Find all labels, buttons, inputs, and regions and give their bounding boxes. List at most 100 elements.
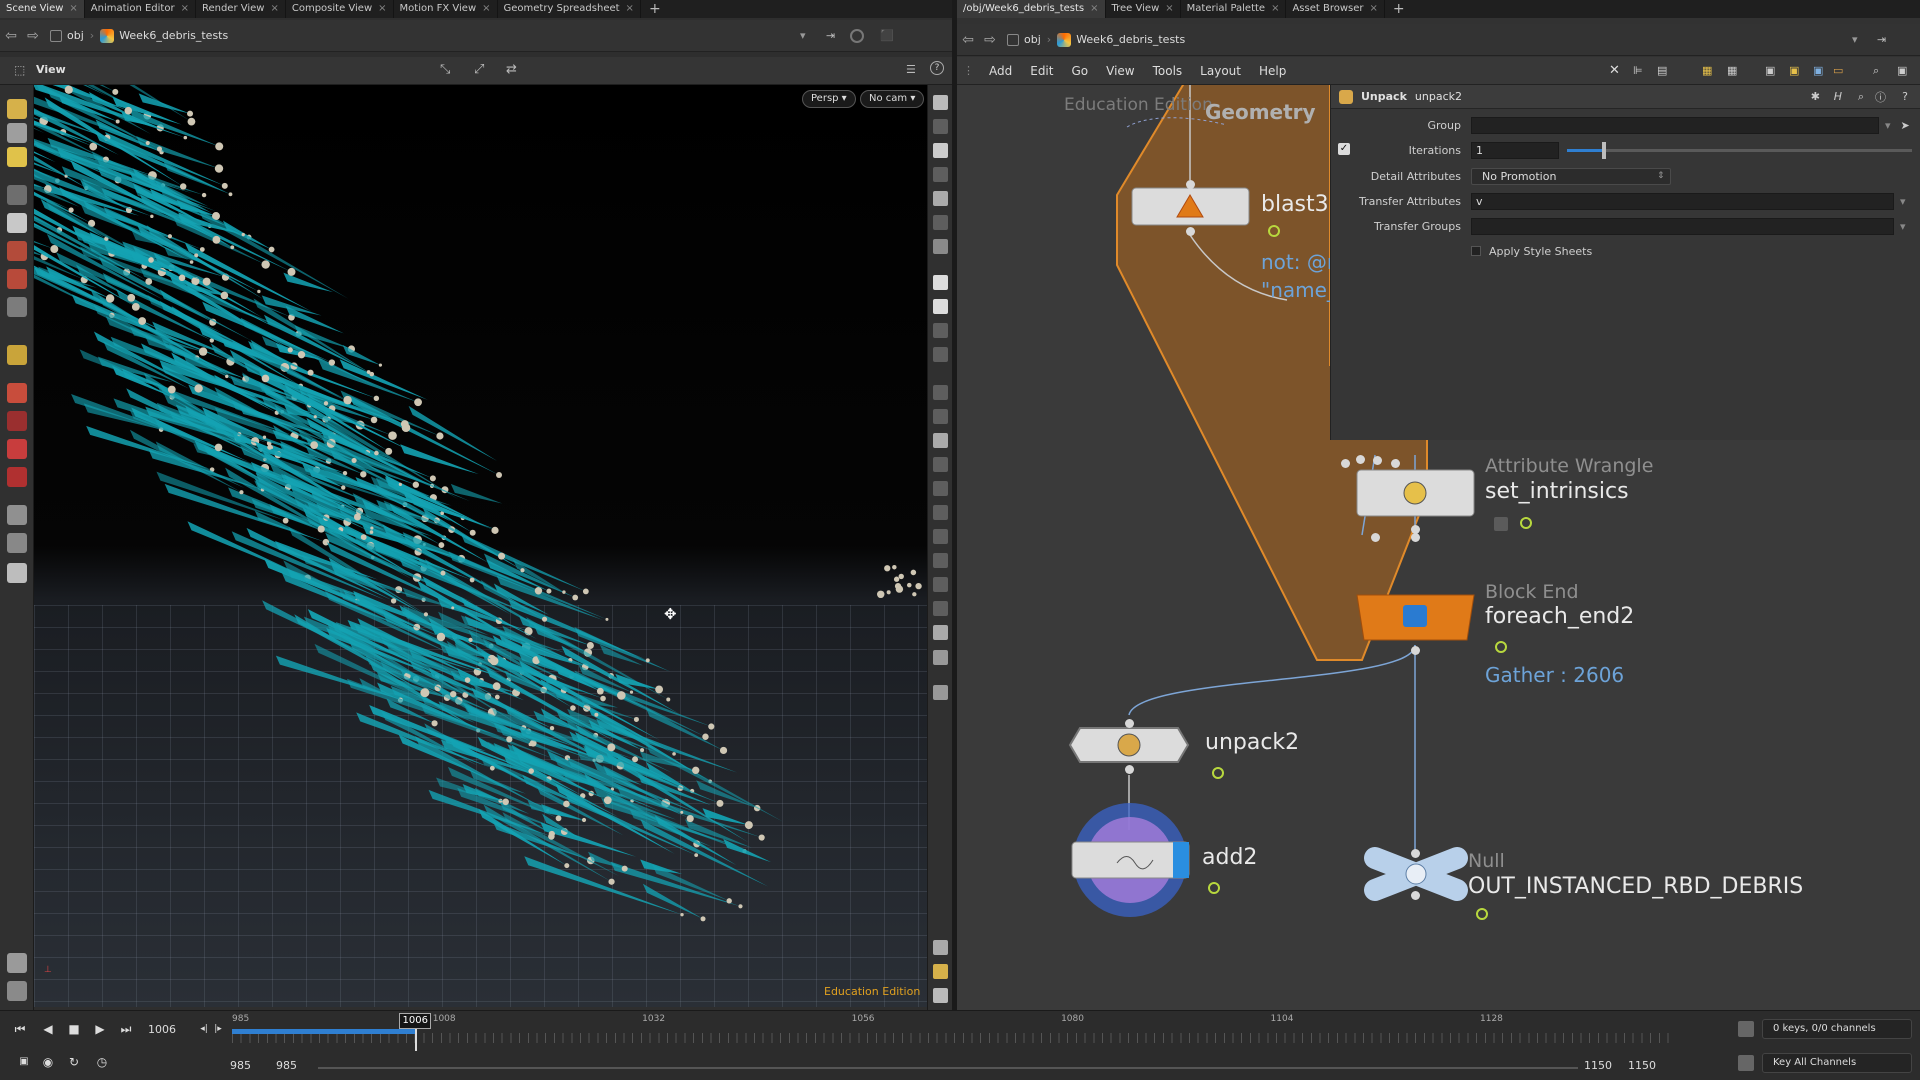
tab-geometry-spreadsheet[interactable]: Geometry Spreadsheet × (498, 0, 641, 18)
range-start-field[interactable]: 985 (230, 1059, 251, 1072)
range-end-field-2[interactable]: 1150 (1628, 1059, 1656, 1072)
grid-icon[interactable]: ▦ (1702, 64, 1712, 77)
audio-icon[interactable]: ◉ (36, 1053, 60, 1071)
cull-icon[interactable] (933, 601, 948, 616)
close-icon[interactable]: × (1090, 3, 1098, 14)
node-port[interactable] (1411, 891, 1420, 900)
snapshot-icon[interactable]: ▣ (1897, 64, 1907, 77)
numbers-icon[interactable] (933, 457, 948, 472)
clock-icon[interactable]: ◷ (90, 1053, 114, 1071)
menu-go[interactable]: Go (1062, 64, 1097, 78)
dropdown-arrow-icon[interactable]: ▾ (1900, 195, 1906, 208)
brush-icon[interactable] (7, 147, 27, 167)
lock-icon[interactable] (7, 213, 27, 233)
headlight-icon[interactable] (933, 239, 948, 254)
3d-viewport[interactable]: Persp ▾ No cam ▾ ✥ Education Edition ⊥ (34, 85, 927, 1007)
timeline-ruler[interactable]: 985 1008 1032 1056 1080 1104 1128 1006 (232, 1011, 1672, 1051)
node-port[interactable] (1186, 180, 1195, 189)
iterations-slider[interactable] (1567, 141, 1912, 159)
node-name-field[interactable]: unpack2 (1415, 90, 1462, 103)
eye-icon[interactable] (933, 988, 948, 1003)
node-port[interactable] (1371, 533, 1380, 542)
add-tab-icon[interactable]: + (641, 0, 669, 18)
handle-tool-icon[interactable]: ⇄ (506, 62, 517, 77)
folder-icon[interactable]: ▭ (1833, 64, 1843, 77)
display-options-icon[interactable]: ☰ (906, 63, 916, 76)
close-icon[interactable]: × (1271, 3, 1279, 14)
bypass-flag-icon[interactable] (1520, 517, 1532, 529)
slider-handle[interactable] (1601, 141, 1606, 159)
info-icon[interactable] (933, 940, 948, 955)
gear-icon[interactable]: ✱ (1811, 90, 1820, 103)
ruler-icon[interactable] (7, 383, 27, 403)
vector-icon[interactable] (933, 481, 948, 496)
wrangle-name-label[interactable]: set_intrinsics (1485, 479, 1629, 504)
visibility-icon[interactable] (7, 953, 27, 973)
camera-menu-button[interactable]: No cam ▾ (860, 90, 925, 108)
null-name-label[interactable]: OUT_INSTANCED_RBD_DEBRIS (1468, 874, 1803, 899)
shading-icon[interactable] (933, 191, 948, 206)
jump-end-icon[interactable]: ⏭ (114, 1020, 138, 1038)
render-icon[interactable] (7, 563, 27, 583)
help-icon[interactable]: ? (1902, 90, 1908, 103)
frame-icon[interactable] (933, 119, 948, 134)
play-icon[interactable]: ▶ (88, 1020, 112, 1038)
keys-channels-button[interactable]: 0 keys, 0/0 channels (1762, 1019, 1912, 1039)
rotate-icon[interactable] (7, 269, 27, 289)
home-icon[interactable] (933, 95, 948, 110)
wrench-icon[interactable]: ✕ (1609, 63, 1620, 78)
key-icon[interactable] (1738, 1021, 1754, 1037)
edit-icon[interactable] (7, 345, 27, 365)
node-port[interactable] (1186, 227, 1195, 236)
lock-view-icon[interactable] (933, 143, 948, 158)
node-port[interactable] (1125, 719, 1134, 728)
snap-view-icon[interactable] (933, 433, 948, 448)
range-start-field-2[interactable]: 985 (276, 1059, 297, 1072)
persp-menu-button[interactable]: Persp ▾ (802, 90, 856, 108)
template-icon[interactable] (933, 299, 948, 314)
menu-layout[interactable]: Layout (1191, 64, 1250, 78)
menu-add[interactable]: Add (980, 64, 1021, 78)
key-all-channels-button[interactable]: Key All Channels (1762, 1053, 1912, 1073)
close-icon[interactable]: × (181, 3, 189, 14)
magnet-icon[interactable] (7, 411, 27, 431)
network-canvas[interactable]: Education Edition Geometry blast3 not: @… (957, 85, 1920, 1010)
detail-attributes-menu[interactable]: No Promotion (1471, 167, 1671, 185)
bypass-flag-icon[interactable] (1212, 767, 1224, 779)
help-icon[interactable]: ? (930, 61, 944, 75)
grid-snap-icon[interactable] (7, 467, 27, 487)
table-icon[interactable]: ▦ (1727, 64, 1737, 77)
node-port[interactable] (1356, 455, 1365, 464)
node-port[interactable] (1125, 765, 1134, 774)
view-tool-icon[interactable] (7, 123, 27, 143)
node-port[interactable] (1373, 456, 1382, 465)
scale-icon[interactable] (7, 297, 27, 317)
add-tab-icon[interactable]: + (1385, 0, 1413, 18)
search-icon[interactable]: ⌕ (1858, 90, 1864, 104)
play-reverse-icon[interactable]: ◀ (36, 1020, 60, 1038)
block-end-name-label[interactable]: foreach_end2 (1485, 604, 1634, 629)
close-icon[interactable]: × (69, 3, 77, 14)
node-port[interactable] (1411, 533, 1420, 542)
back-arrow-icon[interactable]: ⇦ (957, 32, 979, 48)
breadcrumb-node[interactable]: Week6_debris_tests (94, 28, 234, 43)
node-port[interactable] (1411, 849, 1420, 858)
range-end-field[interactable]: 1150 (1584, 1059, 1612, 1072)
frame-marker[interactable]: 1006 (399, 1013, 432, 1029)
menu-help[interactable]: Help (1250, 64, 1295, 78)
dropdown-arrow-icon[interactable]: ▾ (800, 29, 806, 42)
close-icon[interactable]: × (482, 3, 490, 14)
add2-label[interactable]: add2 (1202, 845, 1257, 870)
loop-icon[interactable]: ↻ (62, 1053, 86, 1071)
group-field[interactable] (1471, 116, 1879, 134)
tab-tree-view[interactable]: Tree View × (1106, 0, 1181, 18)
step-forward-icon[interactable]: |▸ (206, 1020, 230, 1038)
list-icon[interactable]: ▤ (1657, 64, 1667, 77)
channel-icon[interactable] (1738, 1055, 1754, 1071)
lock-icon[interactable] (1494, 517, 1508, 531)
transform-icon[interactable] (7, 241, 27, 261)
guide-icon[interactable] (933, 323, 948, 338)
apply-style-checkbox[interactable] (1471, 246, 1481, 256)
forward-arrow-icon[interactable]: ⇨ (979, 32, 1001, 48)
point-dot-icon[interactable] (933, 385, 948, 400)
